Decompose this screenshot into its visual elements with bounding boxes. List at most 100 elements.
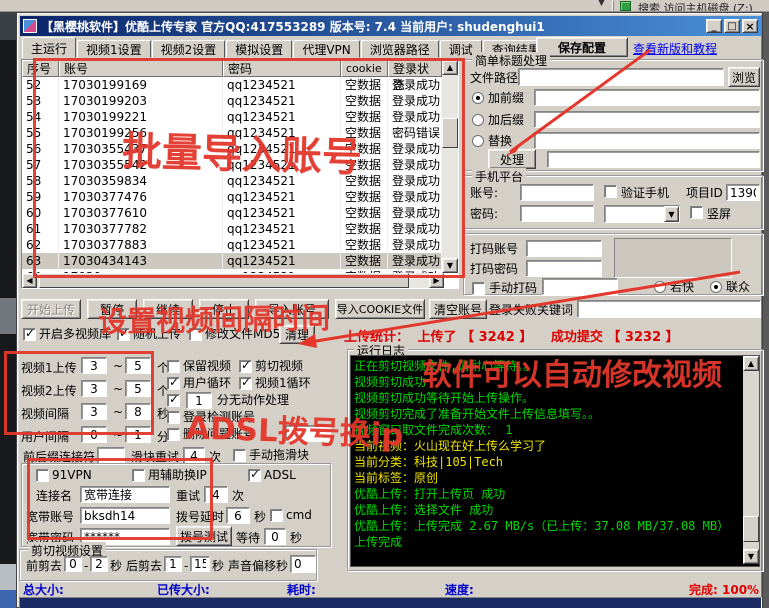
adsl-checkbox[interactable]	[248, 467, 261, 482]
mobile-password-input[interactable]	[520, 205, 594, 222]
video1-loop-checkbox[interactable]	[239, 375, 252, 390]
tab-simulate-settings[interactable]: 模拟设置	[226, 40, 293, 58]
tab-video1-settings[interactable]: 视频1设置	[77, 40, 151, 58]
maximize-button[interactable]: □	[724, 19, 740, 33]
dial-delay-input[interactable]	[226, 507, 250, 524]
log-line: 优酷上传：选择文件 成功	[354, 503, 494, 517]
tab-proxy-vpn[interactable]: 代理VPN	[293, 40, 360, 58]
process-input[interactable]	[547, 151, 760, 168]
portrait-checkbox[interactable]	[690, 206, 703, 219]
multi-library-checkbox[interactable]	[23, 326, 36, 341]
complete-label: 完成: 100%	[689, 581, 759, 598]
total-size-label: 总大小:	[23, 583, 64, 597]
replace-input[interactable]	[534, 132, 760, 149]
ruokuai-label[interactable]: 若快	[670, 280, 694, 294]
start-upload-button[interactable]: 开始上传	[21, 299, 81, 319]
delete-bad-checkbox[interactable]	[167, 428, 180, 441]
browse-button[interactable]: 浏览	[728, 67, 760, 87]
chevron-down-icon[interactable]: ▼	[598, 0, 605, 8]
annotation-set-interval: 设置视频间隔时间	[97, 300, 331, 340]
suffix-input[interactable]	[534, 111, 760, 128]
minimize-button[interactable]: _	[706, 19, 722, 33]
sec-unit: 秒	[212, 559, 225, 573]
cmd-label[interactable]: cmd	[286, 508, 312, 522]
audio-offset-input[interactable]	[290, 555, 316, 573]
user-loop-checkbox[interactable]	[167, 375, 180, 390]
manual-captcha-checkbox[interactable]	[472, 282, 485, 295]
idle-checkbox[interactable]	[167, 392, 180, 407]
tab-browser-path[interactable]: 浏览器路径	[360, 40, 439, 58]
adsl-label[interactable]: ADSL	[264, 468, 296, 482]
scroll-down-icon[interactable]: ▼	[743, 549, 759, 564]
captcha-account-input[interactable]	[526, 240, 602, 257]
verify-phone-label[interactable]: 验证手机	[621, 186, 669, 200]
replace-radio[interactable]	[472, 135, 484, 147]
prefix-input[interactable]	[534, 89, 760, 106]
lianzhong-label[interactable]: 联众	[726, 280, 750, 294]
fail-keywords-label: 登录失败关键词	[489, 303, 574, 317]
console-vscrollbar[interactable]: ▲ ▼	[743, 356, 759, 564]
mobile-account-input[interactable]	[520, 184, 594, 201]
screen: ▼ 搜索 访问主机磁盘 (Z:) 【黑樱桃软件】优酷上传专家 官方QQ:4175…	[0, 0, 769, 608]
user-loop-label[interactable]: 用户循环	[183, 376, 231, 390]
ruokuai-radio[interactable]	[654, 281, 666, 293]
portrait-label[interactable]: 竖屏	[707, 207, 731, 221]
cut-video-checkbox[interactable]	[239, 358, 252, 373]
dash: -	[84, 559, 89, 573]
project-id-input[interactable]	[726, 184, 760, 201]
manual-drag-checkbox[interactable]	[233, 449, 246, 462]
desktop-search-text[interactable]: 搜索 访问主机磁盘 (Z:)	[638, 0, 753, 11]
tab-video2-settings[interactable]: 视频2设置	[151, 40, 226, 58]
file-path-label: 文件路径	[470, 71, 519, 85]
audio-offset-label: 声音偏移秒	[228, 559, 289, 573]
verify-phone-checkbox[interactable]	[604, 185, 617, 198]
log-line: 视频剪切完成了准备开始文件上传信息填写。。	[354, 407, 601, 421]
file-path-input[interactable]	[518, 68, 724, 86]
cmd-checkbox[interactable]	[270, 509, 283, 522]
clear-accounts-button[interactable]: 清空账号	[429, 299, 487, 319]
cut-settings-group: 剪切视频设置 前剪去 - 秒 后剪去 - 秒 声音偏移秒	[19, 542, 317, 581]
stats-submitted-value: 【 3232 】	[607, 330, 679, 345]
back-cut-from-input[interactable]	[164, 556, 182, 572]
console-scroll-thumb[interactable]	[743, 516, 759, 542]
stats-uploaded-value: 【 3242 】	[461, 330, 533, 345]
view-new-version-link[interactable]: 查看新版和教程	[633, 40, 717, 57]
title-processing-group: 简单标题处理 文件路径 浏览 加前缀 加后缀 替换 处理	[463, 52, 763, 171]
suffix-radio[interactable]	[472, 114, 484, 126]
manual-captcha-input[interactable]	[542, 278, 618, 295]
complete-text: 完成:	[689, 583, 718, 597]
video1-loop-label[interactable]: 视频1循环	[255, 376, 311, 390]
keep-video-checkbox[interactable]	[167, 360, 180, 373]
wait-input[interactable]	[264, 528, 286, 545]
import-cookie-button[interactable]: 导入COOKIE文件	[335, 299, 425, 319]
prefix-radio[interactable]	[472, 92, 484, 104]
process-button[interactable]: 处理	[488, 149, 536, 169]
wait-label: 等待	[236, 531, 261, 545]
back-cut-to-input[interactable]	[190, 556, 210, 572]
dropdown-arrow-icon[interactable]: ▼	[664, 206, 679, 222]
replace-label[interactable]: 替换	[488, 134, 512, 148]
lianzhong-radio[interactable]	[710, 281, 722, 293]
dial-delay-unit: 秒	[254, 510, 267, 524]
complete-value: 100%	[722, 583, 760, 597]
captcha-password-input[interactable]	[526, 260, 602, 277]
close-button[interactable]: ×	[742, 19, 758, 33]
prefix-label[interactable]: 加前缀	[488, 91, 524, 105]
tab-main-run[interactable]: 主运行	[22, 37, 77, 58]
front-cut-to-input[interactable]	[90, 556, 108, 572]
mobile-account-label: 账号:	[470, 186, 499, 200]
manual-captcha-label[interactable]: 手动打码	[489, 281, 537, 295]
captcha-password-label: 打码密码	[470, 262, 519, 276]
sec-unit: 秒	[110, 559, 123, 573]
front-cut-from-input[interactable]	[64, 556, 82, 572]
annotation-rect-adsl	[27, 458, 213, 540]
title-bar[interactable]: 【黑樱桃软件】优酷上传专家 官方QQ:417553289 版本号: 7.4 当前…	[20, 16, 761, 36]
cut-video-label[interactable]: 剪切视频	[255, 359, 303, 373]
login-check-checkbox[interactable]	[167, 411, 180, 424]
desktop-left-strip	[0, 12, 16, 608]
scroll-up-icon[interactable]: ▲	[743, 356, 759, 371]
mobile-password-label: 密码:	[470, 207, 499, 221]
keep-video-label[interactable]: 保留视频	[183, 359, 231, 373]
suffix-label[interactable]: 加后缀	[488, 113, 524, 127]
fail-keywords-input[interactable]	[577, 300, 761, 318]
